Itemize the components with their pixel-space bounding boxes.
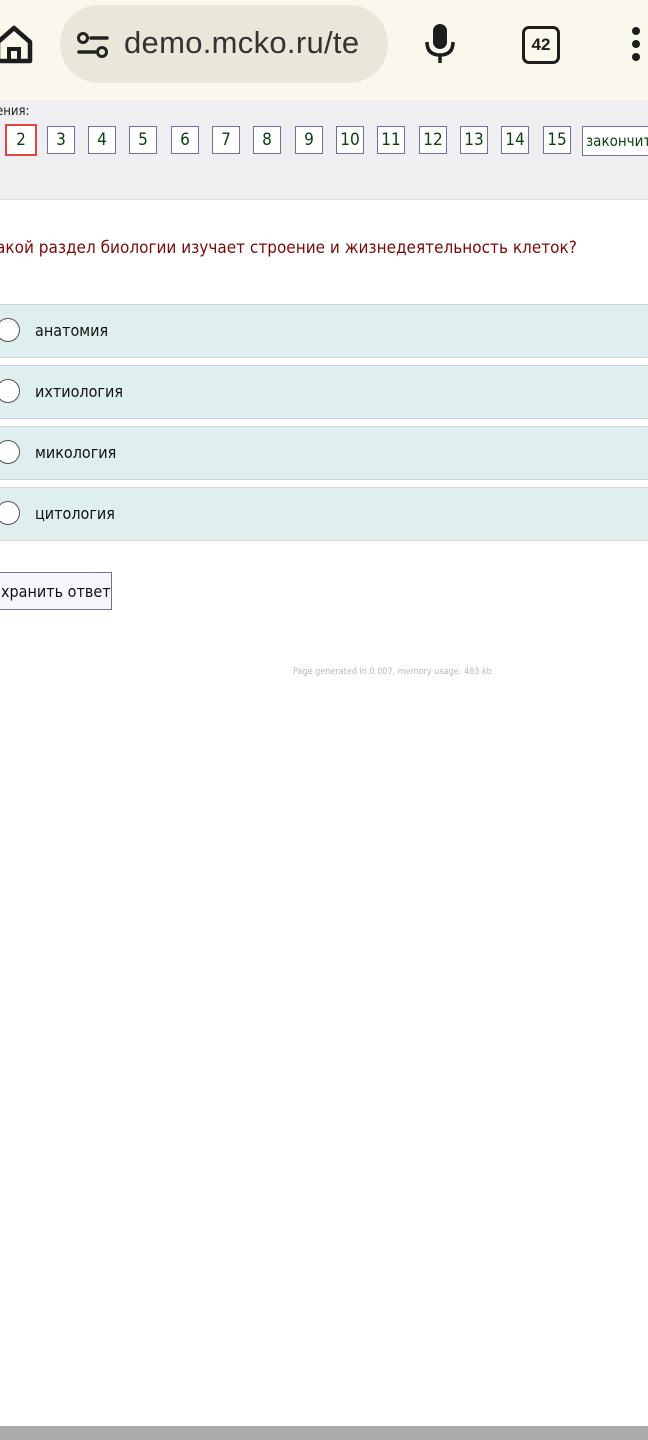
mic-icon [425,24,455,63]
question-link[interactable]: 10 [336,126,364,154]
question-link[interactable]: 8 [253,126,281,154]
answer-option-label[interactable]: анатомия [35,321,108,340]
question-link[interactable]: 6 [171,126,199,154]
tab-switcher-button[interactable]: 42 [522,26,560,64]
question-link[interactable]: 4 [88,126,116,154]
voice-search-button[interactable] [422,22,458,66]
address-bar[interactable]: demo.mcko.ru/te [60,5,388,83]
browser-menu-button[interactable] [628,22,644,66]
question-link[interactable]: 11 [377,126,405,154]
page-generated-note: Page generated in 0.007, memory usage: 4… [293,667,492,677]
save-answer-button[interactable]: хранить ответ [0,572,112,610]
browser-toolbar: demo.mcko.ru/te 42 [0,0,648,100]
question-link[interactable]: 9 [295,126,323,154]
finish-test-button[interactable]: закончить [582,126,648,156]
question-link[interactable]: 13 [460,126,488,154]
radio-button[interactable] [0,379,20,403]
system-navigation-bar [0,1426,648,1440]
nav-caption: ения: [0,104,30,119]
question-link[interactable]: 14 [501,126,529,154]
home-button[interactable] [0,22,34,66]
more-vert-icon [632,27,640,61]
answer-option-label[interactable]: ихтиология [35,382,123,401]
home-icon [0,25,33,64]
question-link[interactable]: 12 [419,126,447,154]
question-text: акой раздел биологии изучает строение и … [0,238,577,258]
answer-option[interactable]: цитология [0,487,648,541]
question-link[interactable]: 7 [212,126,240,154]
answer-option-label[interactable]: микология [35,443,116,462]
answer-option[interactable]: ихтиология [0,365,648,419]
answer-option[interactable]: анатомия [0,304,648,358]
question-link[interactable]: 5 [129,126,157,154]
answer-option-label[interactable]: цитология [35,504,115,523]
question-link[interactable]: 3 [47,126,75,154]
question-link-current[interactable]: 2 [5,124,37,156]
question-link[interactable]: 15 [543,126,571,154]
tune-icon[interactable] [76,31,110,59]
question-navigation: ения: 2 3 4 5 6 7 8 9 10 11 12 13 14 15 … [0,100,648,200]
radio-button[interactable] [0,501,20,525]
url-text[interactable]: demo.mcko.ru/te [124,25,359,61]
answer-option[interactable]: микология [0,426,648,480]
radio-button[interactable] [0,318,20,342]
radio-button[interactable] [0,440,20,464]
